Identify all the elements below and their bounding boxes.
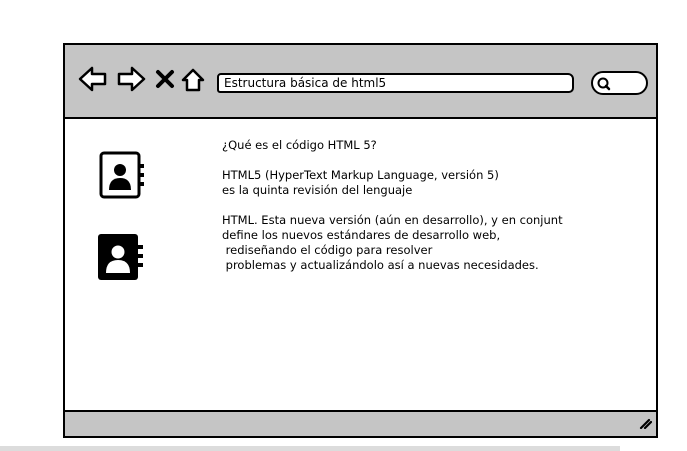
forward-arrow-icon[interactable] [116,66,146,92]
description-line-3: rediseñando el código para resolver [222,243,433,257]
back-arrow-icon[interactable] [78,66,108,92]
search-box[interactable] [591,71,648,95]
definition-line-1: HTML5 (HyperText Markup Language, versió… [222,168,499,182]
close-x-icon[interactable] [155,69,175,89]
content-question: ¿Qué es el código HTML 5? [222,138,642,153]
question-text: ¿Qué es el código HTML 5? [222,138,377,152]
status-bar [65,410,656,436]
description-line-4: problemas y actualizándolo así a nuevas … [222,258,539,272]
address-bar-text: Estructura básica de html5 [224,76,387,90]
browser-toolbar: Estructura básica de html5 [65,45,656,119]
content-definition: HTML5 (HyperText Markup Language, versió… [222,168,642,198]
resize-grip-icon[interactable] [638,414,653,433]
content-description: HTML. Esta nueva versión (aún en desarro… [222,213,642,273]
description-line-1: HTML. Esta nueva versión (aún en desarro… [222,213,563,227]
home-icon[interactable] [180,67,206,93]
address-bar[interactable]: Estructura básica de html5 [217,73,574,93]
definition-line-2: es la quinta revisión del lenguaje [222,183,413,197]
page-content: ¿Qué es el código HTML 5? HTML5 (HyperTe… [222,138,642,273]
browser-window: Estructura básica de html5 ¿Qué es el có… [63,43,658,438]
contact-book-filled-icon [96,232,144,286]
horizontal-scrollbar[interactable] [0,446,620,451]
search-icon [597,77,611,91]
contact-book-icon [99,151,147,205]
description-line-2: define los nuevos estándares de desarrol… [222,228,501,242]
